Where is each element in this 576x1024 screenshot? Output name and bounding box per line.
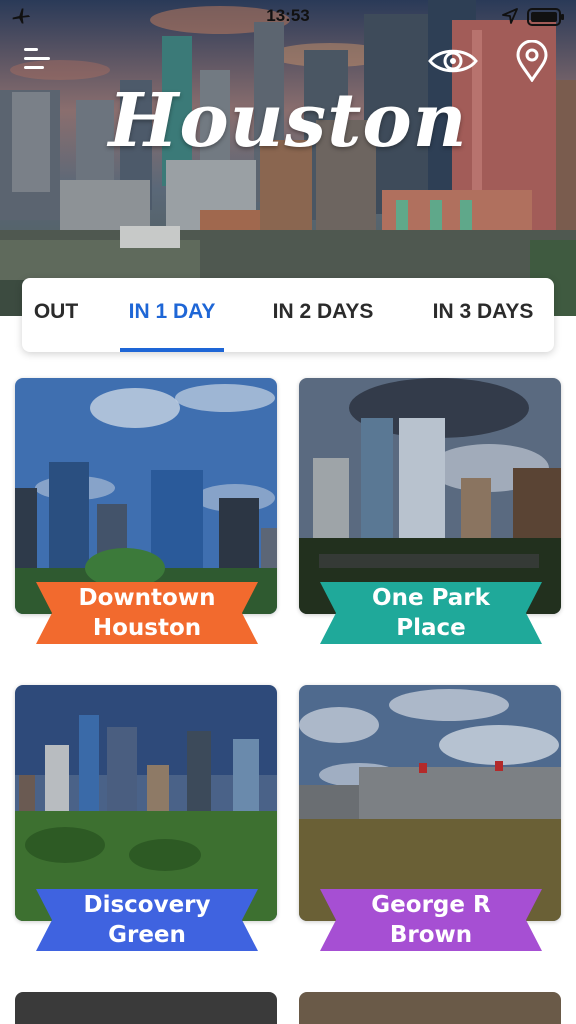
card-label-one-park-place: One Park Place bbox=[320, 582, 542, 644]
card-photo bbox=[299, 685, 561, 921]
location-arrow-icon bbox=[502, 8, 518, 24]
card-photo bbox=[15, 378, 277, 614]
card-downtown-houston[interactable] bbox=[15, 378, 277, 614]
card-title-line1: Downtown bbox=[78, 585, 216, 611]
card-photo bbox=[15, 685, 277, 921]
card-label-discovery-green: Discovery Green bbox=[36, 889, 258, 951]
card-photo bbox=[299, 378, 561, 614]
card-discovery-green[interactable] bbox=[15, 685, 277, 921]
card-label-downtown-houston: Downtown Houston bbox=[36, 582, 258, 644]
card-george-r-brown[interactable] bbox=[299, 685, 561, 921]
eye-icon[interactable] bbox=[428, 44, 478, 78]
status-bar: 13:53 bbox=[0, 0, 576, 32]
card-label-george-r-brown: George R Brown bbox=[320, 889, 542, 951]
card-title-line1: George R bbox=[371, 892, 491, 918]
tab-in-1-day[interactable]: IN 1 DAY bbox=[116, 300, 228, 330]
battery-icon bbox=[527, 8, 564, 26]
card-partial-left[interactable] bbox=[15, 992, 277, 1024]
day-tab-bar: OUT IN 1 DAY IN 2 DAYS IN 3 DAYS bbox=[22, 278, 554, 352]
card-title-line2: Brown bbox=[389, 922, 473, 948]
card-title-line1: Discovery bbox=[83, 892, 211, 918]
card-one-park-place[interactable] bbox=[299, 378, 561, 614]
card-title-line2: Green bbox=[108, 922, 186, 948]
menu-button[interactable] bbox=[22, 44, 54, 76]
status-time: 13:53 bbox=[266, 6, 310, 25]
menu-icon bbox=[24, 48, 38, 51]
tab-in-3-days[interactable]: IN 3 DAYS bbox=[420, 300, 546, 330]
card-title-line2: Place bbox=[396, 615, 466, 641]
hero-banner: 13:53 Houston bbox=[0, 0, 576, 316]
card-title-line1: One Park bbox=[372, 585, 490, 611]
map-pin-icon[interactable] bbox=[514, 40, 550, 82]
city-title: Houston bbox=[108, 78, 468, 164]
tab-in-2-days[interactable]: IN 2 DAYS bbox=[260, 300, 386, 330]
tab-out[interactable]: OUT bbox=[28, 300, 84, 330]
card-title-line2: Houston bbox=[92, 615, 202, 641]
active-tab-indicator bbox=[120, 348, 224, 352]
card-partial-right[interactable] bbox=[299, 992, 561, 1024]
